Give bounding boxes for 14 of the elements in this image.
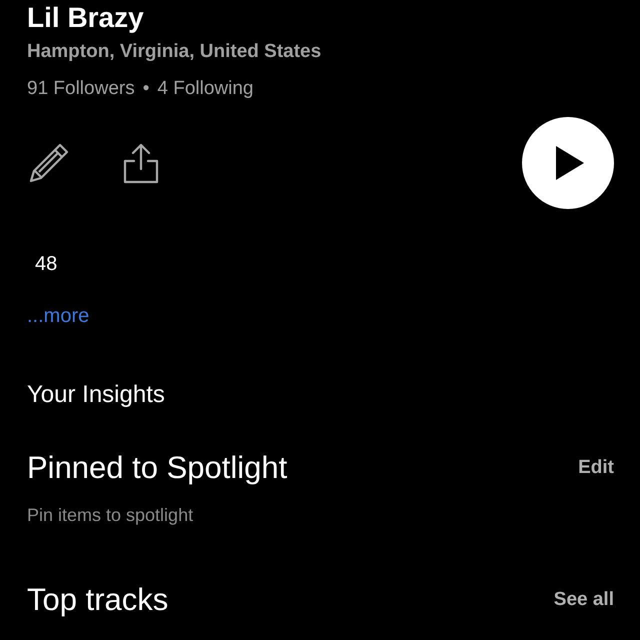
insights-heading[interactable]: Your Insights (27, 377, 614, 413)
profile-name: Lil Brazy (27, 2, 145, 34)
followers-count[interactable]: 91 Followers (27, 74, 135, 103)
following-count[interactable]: 4 Following (157, 74, 254, 103)
section-action-link[interactable]: Edit (578, 454, 614, 482)
edit-icon[interactable] (27, 141, 71, 185)
bio-text: 48 (34, 252, 58, 277)
more-link[interactable]: ...more (27, 301, 90, 331)
separator-dot: • (142, 76, 150, 100)
profile-location: Hampton, Virginia, United States (27, 40, 322, 64)
section-title: Top tracks (27, 580, 168, 618)
section-title: Pinned to Spotlight (27, 449, 288, 487)
section-action-link[interactable]: See all (554, 586, 614, 614)
section-hint: Pin items to spotlight (27, 504, 194, 527)
